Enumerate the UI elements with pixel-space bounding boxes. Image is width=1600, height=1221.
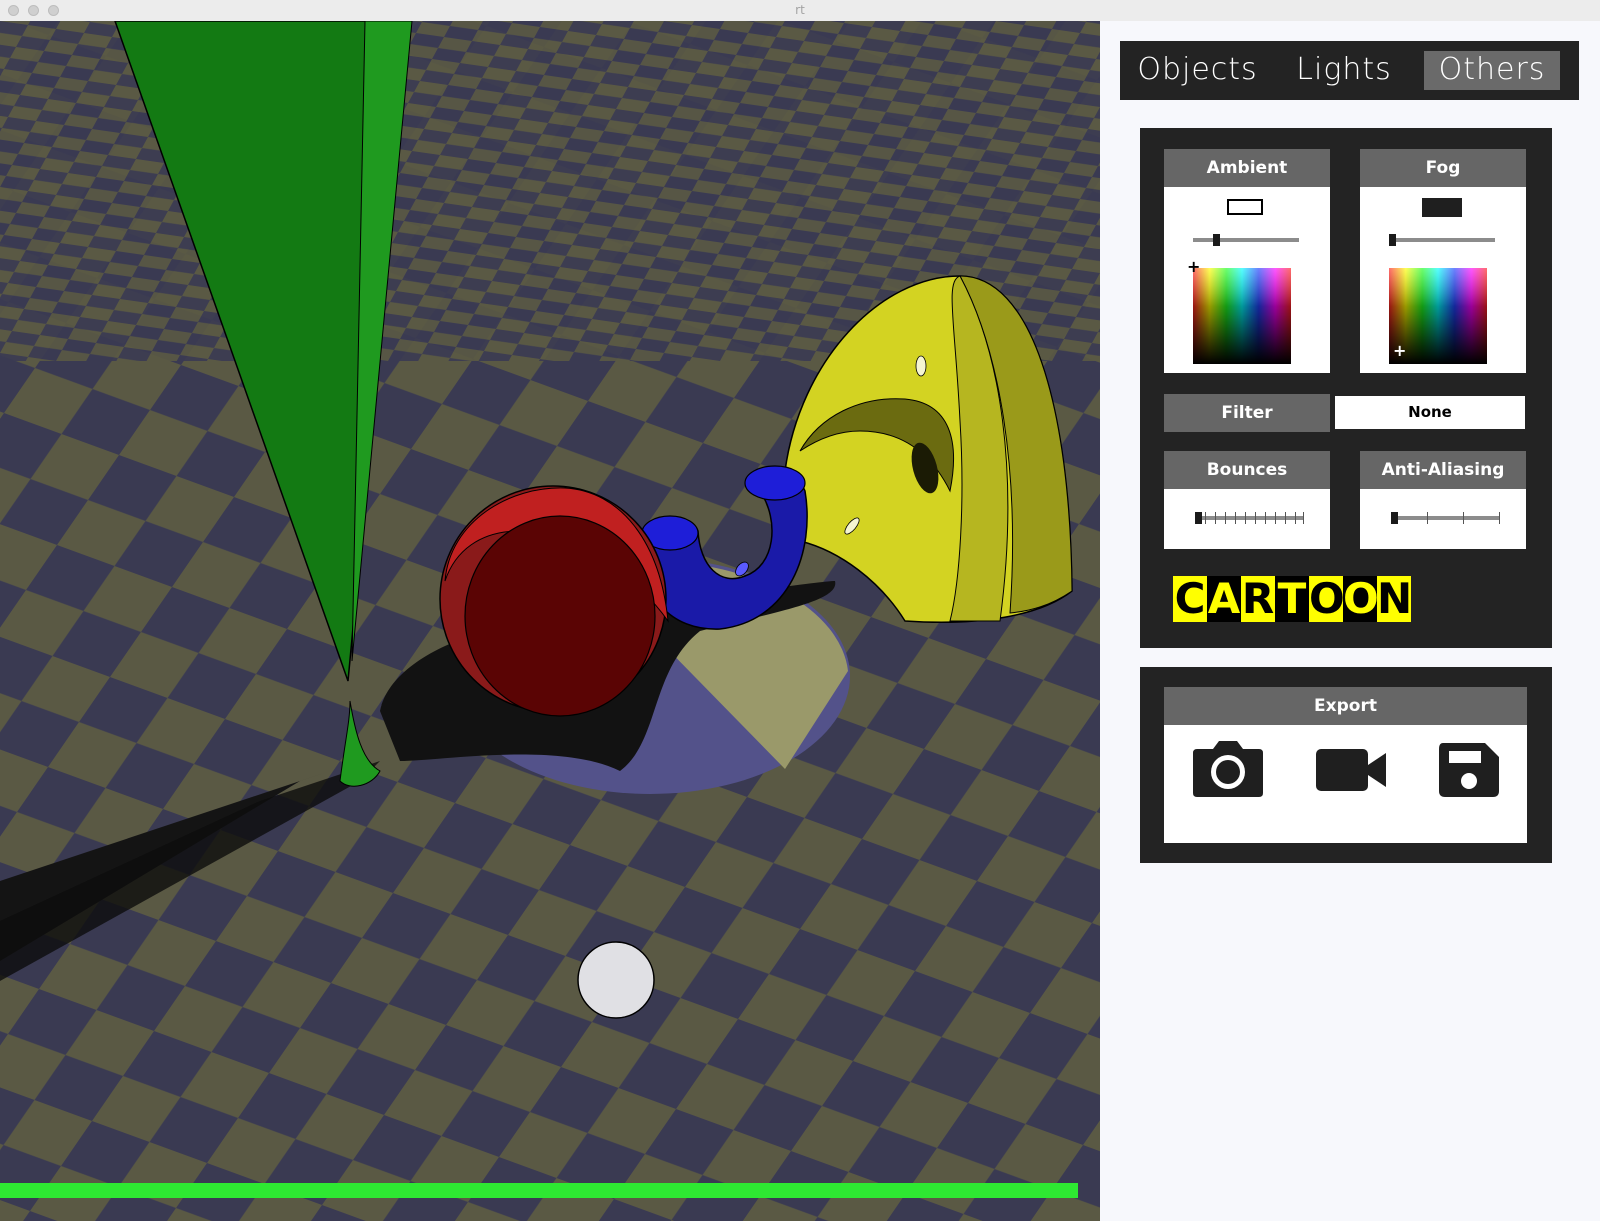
cartoon-letter: O bbox=[1343, 574, 1379, 623]
others-settings-box: Ambient + Fog + Filter None Bounces Anti… bbox=[1140, 128, 1552, 648]
filter-select[interactable]: None bbox=[1335, 396, 1525, 429]
bounces-label: Bounces bbox=[1164, 451, 1330, 489]
save-icon bbox=[1439, 743, 1499, 797]
ambient-slider[interactable] bbox=[1193, 238, 1299, 242]
bounces-slider-ticks bbox=[1195, 512, 1304, 524]
fog-slider[interactable] bbox=[1389, 238, 1495, 242]
window-title: rt bbox=[795, 3, 805, 17]
ambient-slider-knob[interactable] bbox=[1212, 234, 1220, 246]
bounces-card: Bounces bbox=[1164, 451, 1330, 549]
anti-aliasing-slider-ticks bbox=[1391, 512, 1500, 524]
export-box: Export bbox=[1140, 667, 1552, 863]
anti-aliasing-label: Anti-Aliasing bbox=[1360, 451, 1526, 489]
filter-label: Filter bbox=[1164, 394, 1330, 432]
anti-aliasing-slider-knob[interactable] bbox=[1391, 512, 1398, 524]
export-label: Export bbox=[1164, 687, 1527, 725]
cartoon-letter: O bbox=[1309, 574, 1345, 623]
cartoon-letter: N bbox=[1377, 574, 1413, 623]
cartoon-letter: A bbox=[1207, 574, 1241, 623]
bounces-slider-knob[interactable] bbox=[1195, 512, 1202, 524]
video-camera-icon bbox=[1316, 749, 1386, 791]
camera-icon bbox=[1193, 741, 1263, 797]
cartoon-letter: R bbox=[1241, 574, 1275, 623]
window-titlebar: rt bbox=[0, 0, 1600, 22]
save-scene-button[interactable] bbox=[1437, 735, 1501, 799]
light-sphere bbox=[577, 941, 655, 1019]
fog-label: Fog bbox=[1360, 149, 1526, 187]
rendered-scene bbox=[0, 21, 1100, 1221]
ambient-color-picker[interactable] bbox=[1193, 268, 1291, 364]
export-card: Export bbox=[1164, 687, 1527, 843]
cartoon-letter: C bbox=[1173, 574, 1207, 623]
render-progress-track bbox=[0, 1183, 1078, 1198]
tab-bar: Objects Lights Others bbox=[1120, 41, 1579, 100]
tab-objects[interactable]: Objects bbox=[1132, 51, 1263, 90]
render-viewport[interactable] bbox=[0, 21, 1100, 1221]
render-progress-bar bbox=[0, 1183, 1078, 1198]
fog-card: Fog + bbox=[1360, 149, 1526, 373]
ambient-label: Ambient bbox=[1164, 149, 1330, 187]
tab-others[interactable]: Others bbox=[1424, 51, 1560, 90]
ambient-card: Ambient + bbox=[1164, 149, 1330, 373]
fog-color-swatch[interactable] bbox=[1422, 198, 1462, 217]
fog-slider-knob[interactable] bbox=[1389, 234, 1396, 246]
screenshot-button[interactable] bbox=[1191, 735, 1265, 799]
cartoon-letter: T bbox=[1275, 576, 1309, 622]
fog-picker-cursor-icon[interactable]: + bbox=[1393, 343, 1406, 359]
anti-aliasing-card: Anti-Aliasing bbox=[1360, 451, 1526, 549]
cartoon-effect-toggle[interactable]: C A R T O O N bbox=[1173, 574, 1413, 623]
ambient-color-swatch[interactable] bbox=[1227, 199, 1263, 215]
record-video-button[interactable] bbox=[1314, 735, 1388, 799]
tab-lights[interactable]: Lights bbox=[1284, 51, 1404, 90]
settings-panel: Objects Lights Others Ambient + Fog + Fi… bbox=[1100, 21, 1600, 1221]
ambient-picker-cursor-icon[interactable]: + bbox=[1187, 259, 1200, 275]
